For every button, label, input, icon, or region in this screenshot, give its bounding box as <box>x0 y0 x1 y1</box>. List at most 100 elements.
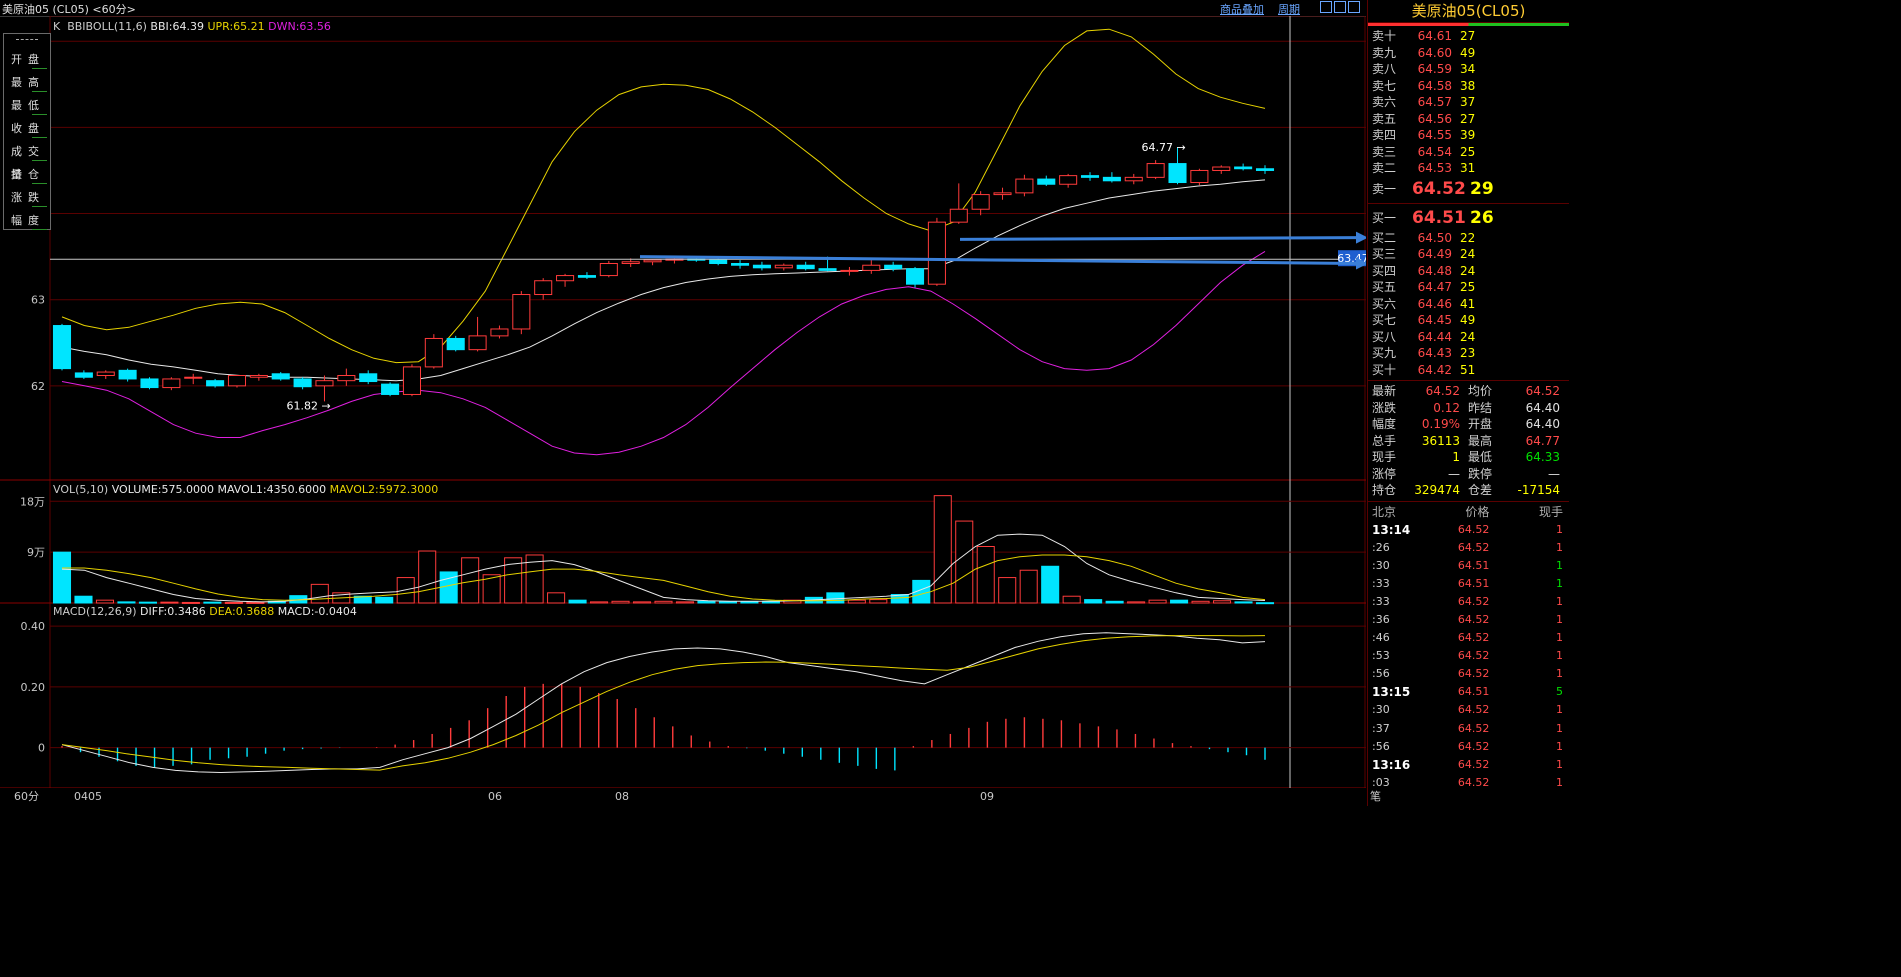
candle-body <box>162 378 181 389</box>
restore-icon[interactable] <box>1320 1 1332 13</box>
bid-row: 买二 64.50 22 <box>1372 230 1476 245</box>
volume-bar <box>826 592 845 604</box>
tick-tab[interactable]: 笔 <box>1370 788 1381 804</box>
volume-bar <box>95 599 114 604</box>
legend-open-interest: 持仓 <box>4 163 50 186</box>
candle-body <box>1255 168 1275 171</box>
legend-close: 收盘 <box>4 117 50 140</box>
ask-row: 卖八 64.59 34 <box>1372 62 1476 76</box>
candle-body <box>731 263 750 266</box>
x-axis-label: 09 <box>980 790 994 803</box>
volume-bar <box>117 601 136 604</box>
candle-body <box>96 371 115 377</box>
close-icon[interactable] <box>1348 1 1360 13</box>
volume-bar <box>203 601 222 604</box>
volume-bar <box>697 600 716 604</box>
volume-bar <box>74 595 93 604</box>
volume-bar <box>847 599 866 604</box>
volume-bar <box>1213 600 1232 604</box>
candle-body <box>862 264 881 271</box>
stat-row: 幅度 0.19% 开盘 64.40 <box>1372 417 1560 431</box>
bbi-line <box>61 179 1266 382</box>
candle-body <box>315 380 334 387</box>
candle-body <box>402 366 421 395</box>
candle-body <box>424 337 443 368</box>
candle-body <box>840 269 859 272</box>
ask-row: 卖七 64.58 38 <box>1372 78 1476 93</box>
bid-row: 买五 64.47 25 <box>1372 280 1476 294</box>
stat-row: 涨停 — 跌停 — <box>1372 466 1560 481</box>
bid-row: 买三 64.49 24 <box>1372 247 1476 261</box>
candle-body <box>74 372 93 378</box>
bid-level-1: 买一 64.51 26 <box>1368 206 1569 230</box>
price-axis-label: 63 <box>31 294 45 307</box>
volume-bar <box>1062 595 1081 604</box>
tick-row: :56 64.52 1 <box>1372 739 1563 753</box>
bid-ask-bar <box>1368 23 1569 26</box>
stat-row: 最新 64.52 均价 64.52 <box>1372 384 1560 398</box>
period-link[interactable]: 周期 <box>1278 1 1300 17</box>
ask-row: 卖四 64.55 39 <box>1372 128 1476 142</box>
candle-body <box>293 378 312 388</box>
volume-bar <box>675 601 695 604</box>
ask-row: 卖五 64.56 27 <box>1372 111 1476 126</box>
volume-bar <box>654 600 673 604</box>
candle-body <box>906 268 925 285</box>
volume-bar <box>740 601 759 604</box>
volume-bar <box>181 601 200 604</box>
quote-stats: 最新 64.52 均价 64.52 涨跌 0.12 昨结 64.40 幅度 0.19% 开盘 64.4… <box>1368 383 1569 499</box>
maximize-icon[interactable] <box>1334 1 1346 13</box>
volume-bar <box>547 592 566 604</box>
mavol1-line <box>61 533 1266 603</box>
ask-level-1: 卖一 64.52 29 <box>1368 177 1569 201</box>
bid-row: 买四 64.48 24 <box>1372 263 1476 278</box>
volume-bar <box>1127 601 1146 604</box>
candle-body <box>52 325 72 370</box>
ask-row: 卖九 64.60 49 <box>1372 45 1476 60</box>
tick-header: 北京 价格 现手 <box>1372 504 1563 519</box>
volume-bar <box>310 583 329 604</box>
tick-row: :30 64.51 1 <box>1372 558 1563 572</box>
candle-body <box>206 380 225 387</box>
instrument-title: 美原油05(CL05) <box>1368 0 1569 26</box>
volume-bar <box>611 600 630 604</box>
legend-amplitude: 幅度 <box>4 209 50 232</box>
diff-line <box>61 632 1266 774</box>
stat-row: 现手 1 最低 64.33 <box>1372 450 1560 464</box>
candle-body <box>796 264 815 270</box>
vol-indicator-line: VOL(5,10) VOLUME:575.0000 MAVOL1:4350.60… <box>53 483 439 496</box>
x-axis-strip <box>0 788 1366 806</box>
main-indicator-line: K BBIBOLL(11,6) BBI:64.39 UPR:65.21 DWN:… <box>53 20 331 33</box>
candle-body <box>118 369 137 380</box>
candle-body <box>884 264 903 270</box>
ask-row: 卖十 64.61 27 <box>1372 29 1476 43</box>
volume-bar <box>224 601 243 604</box>
plot-frame <box>49 16 1366 789</box>
tick-row: 13:15 64.51 5 <box>1372 685 1563 700</box>
bid-row: 买十 64.42 51 <box>1372 362 1476 377</box>
volume-bar <box>160 601 179 604</box>
tick-row: :33 64.52 1 <box>1372 594 1563 608</box>
tick-row: :56 64.52 1 <box>1372 667 1563 681</box>
candle-body <box>140 378 159 389</box>
legend-high: 最高 <box>4 71 50 94</box>
candle-body <box>271 373 290 380</box>
volume-bar <box>138 601 157 604</box>
candle-body <box>1234 166 1253 170</box>
volume-bar <box>998 577 1017 604</box>
bid-row: 买七 64.45 49 <box>1372 313 1476 327</box>
ask-row: 卖三 64.54 25 <box>1372 144 1476 159</box>
stat-row: 涨跌 0.12 昨结 64.40 <box>1372 400 1560 415</box>
low-price-marker: 61.82 → <box>286 399 330 412</box>
volume-bar <box>375 596 394 604</box>
tick-row: :26 64.52 1 <box>1372 540 1563 554</box>
kline-chart[interactable]: 636263.4764.77 →61.82 →18万9万0.400.20060分… <box>0 16 1366 806</box>
x-axis-label: 06 <box>488 790 502 803</box>
tick-list[interactable]: 北京 价格 现手 13:14 64.52 1 :26 64.52 1 :30 64.51 1 :3… <box>1368 504 1569 792</box>
volume-bar <box>1234 601 1253 604</box>
overlay-commodity-link[interactable]: 商品叠加 <box>1220 1 1264 17</box>
tick-row: 13:14 64.52 1 <box>1372 522 1563 537</box>
volume-bar <box>869 599 888 604</box>
volume-bar <box>632 601 652 604</box>
candle-body <box>1080 175 1100 178</box>
